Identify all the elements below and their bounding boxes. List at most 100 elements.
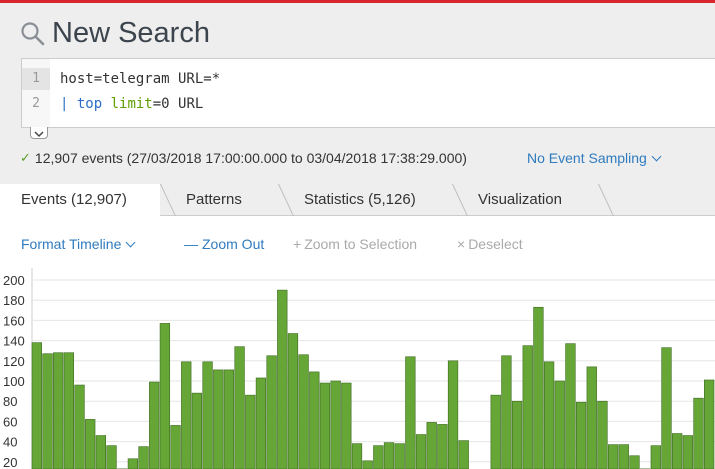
timeline-bar[interactable] (234, 346, 245, 469)
timeline-bar[interactable] (405, 356, 416, 469)
timeline-bar[interactable] (213, 369, 224, 469)
event-timeline-chart[interactable]: 200 180 160 140 120 100 80 60 40 20 (0, 268, 715, 469)
line-number: 1 (22, 68, 50, 90)
timeline-bar[interactable] (42, 353, 53, 469)
timeline-bar[interactable] (618, 444, 629, 469)
tab-divider (278, 184, 294, 216)
timeline-bar[interactable] (458, 440, 469, 469)
deselect-label: Deselect (468, 236, 523, 252)
timeline-bar[interactable] (543, 361, 555, 469)
search-query-editor[interactable]: 1 2 host=telegram URL=* | top limit=0 UR… (21, 58, 715, 128)
timeline-bar[interactable] (309, 371, 320, 469)
expand-editor-button[interactable] (30, 127, 48, 139)
timeline-bar[interactable] (191, 392, 203, 469)
zoom-to-selection-button[interactable]: + Zoom to Selection (293, 236, 417, 252)
timeline-bar[interactable] (565, 343, 576, 469)
timeline-bar[interactable] (554, 380, 565, 469)
timeline-bar[interactable] (533, 306, 544, 469)
timeline-bar[interactable] (255, 377, 267, 469)
y-tick-label: 100 (3, 374, 25, 389)
timeline-bar[interactable] (85, 419, 96, 469)
zoom-out-button[interactable]: — Zoom Out (184, 236, 264, 252)
timeline-bar[interactable] (277, 289, 288, 469)
timeline-bar[interactable] (490, 394, 501, 469)
timeline-bar[interactable] (287, 333, 299, 469)
chevron-down-icon (34, 131, 44, 138)
y-tick-label: 180 (3, 293, 25, 308)
timeline-bar[interactable] (298, 354, 309, 469)
timeline-bar[interactable] (447, 360, 459, 469)
event-sampling-dropdown[interactable]: No Event Sampling (527, 150, 662, 166)
checkmark-icon: ✓ (20, 150, 31, 165)
timeline-bar[interactable] (245, 394, 256, 469)
tab-events[interactable]: Events (12,907) (0, 184, 160, 217)
timeline-bar[interactable] (330, 380, 341, 469)
close-icon: × (457, 236, 466, 252)
timeline-bar[interactable] (629, 455, 640, 469)
pipe-operator: | (60, 96, 77, 112)
tab-divider (598, 184, 614, 216)
timeline-bar[interactable] (223, 369, 235, 469)
y-tick-label: 160 (3, 313, 25, 328)
format-timeline-button[interactable]: Format Timeline (21, 236, 136, 252)
timeline-bar[interactable] (351, 443, 363, 469)
timeline-bar[interactable] (661, 347, 672, 469)
timeline-bar[interactable] (63, 352, 74, 469)
timeline-bar[interactable] (672, 433, 683, 469)
timeline-bar[interactable] (181, 361, 192, 469)
timeline-bar[interactable] (31, 342, 42, 469)
argument-keyword: limit (110, 96, 153, 112)
timeline-bar[interactable] (682, 435, 693, 469)
timeline-bar[interactable] (383, 442, 395, 469)
tab-label: Statistics (5,126) (304, 191, 416, 208)
y-tick-label: 40 (3, 435, 17, 450)
timeline-bar[interactable] (266, 355, 277, 469)
tab-label: Visualization (478, 191, 562, 208)
timeline-toolbar: Format Timeline — Zoom Out + Zoom to Sel… (0, 236, 715, 258)
timeline-bar[interactable] (170, 425, 181, 469)
y-tick-label: 80 (3, 394, 17, 409)
timeline-bar[interactable] (501, 355, 512, 469)
deselect-button[interactable]: × Deselect (457, 236, 523, 252)
timeline-bar[interactable] (74, 384, 85, 469)
timeline-bar[interactable] (319, 382, 331, 469)
tab-patterns[interactable]: Patterns (186, 184, 242, 216)
timeline-bar[interactable] (597, 400, 608, 469)
tab-statistics[interactable]: Statistics (5,126) (304, 184, 416, 216)
timeline-bar[interactable] (138, 446, 149, 469)
timeline-bar[interactable] (95, 435, 106, 469)
timeline-bar[interactable] (437, 424, 448, 469)
timeline-bar[interactable] (693, 397, 704, 469)
tab-visualization[interactable]: Visualization (478, 184, 562, 216)
line-number-gutter: 1 2 (22, 59, 50, 127)
search-icon (21, 21, 45, 45)
timeline-bar[interactable] (362, 460, 373, 469)
timeline-bar[interactable] (607, 444, 619, 469)
query-line-2[interactable]: | top limit=0 URL (60, 93, 203, 115)
timeline-bar[interactable] (127, 458, 139, 469)
timeline-bar[interactable] (586, 366, 597, 469)
results-tabs: Events (12,907) Patterns Statistics (5,1… (0, 184, 715, 217)
timeline-bar[interactable] (159, 323, 171, 469)
timeline-bar[interactable] (53, 352, 64, 469)
timeline-bar[interactable] (522, 345, 533, 469)
sampling-label: No Event Sampling (527, 150, 647, 166)
timeline-bar[interactable] (341, 382, 352, 469)
timeline-bar[interactable] (426, 422, 437, 469)
timeline-bar[interactable] (106, 445, 117, 469)
timeline-bar[interactable] (373, 445, 384, 469)
query-line-1[interactable]: host=telegram URL=* (60, 68, 220, 90)
zoom-to-selection-label: Zoom to Selection (304, 236, 418, 252)
y-tick-label: 140 (3, 334, 25, 349)
timeline-bar[interactable] (575, 401, 587, 469)
timeline-bar[interactable] (704, 379, 715, 469)
search-status: ✓ 12,907 events (27/03/2018 17:00:00.000… (20, 150, 467, 166)
timeline-bar[interactable] (202, 361, 213, 469)
timeline-bar[interactable] (511, 400, 523, 469)
timeline-bar[interactable] (149, 381, 160, 469)
chevron-down-icon (125, 237, 136, 247)
timeline-bar[interactable] (394, 443, 405, 469)
timeline-bar[interactable] (650, 445, 661, 469)
timeline-bar[interactable] (415, 434, 427, 469)
